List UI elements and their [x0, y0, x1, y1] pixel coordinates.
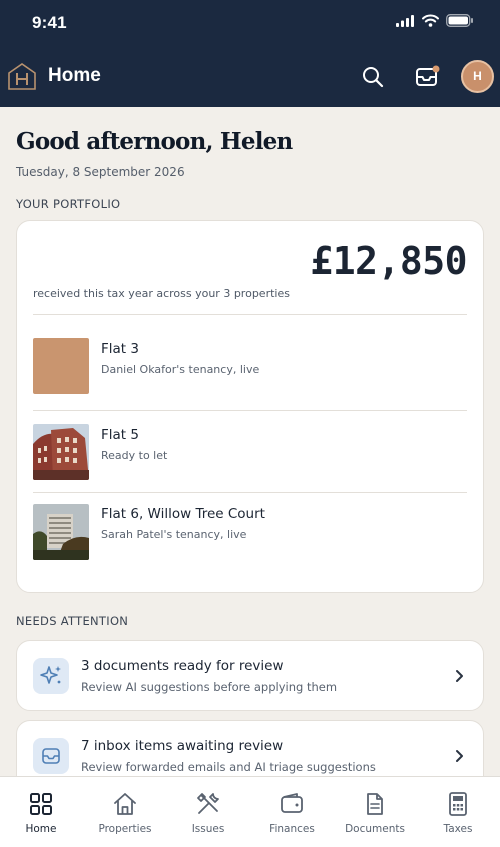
- app-bar: Home H: [0, 52, 500, 102]
- tab-label: Issues: [191, 823, 225, 835]
- tab-issues[interactable]: Issues: [168, 791, 248, 835]
- chevron-right-icon: [456, 750, 463, 762]
- tab-label: Properties: [98, 823, 152, 835]
- property-thumbnail: [33, 424, 89, 480]
- attention-title: 7 inbox items awaiting review: [81, 738, 284, 754]
- tab-home[interactable]: Home: [1, 791, 81, 835]
- avatar[interactable]: H: [461, 60, 494, 93]
- inbox-icon[interactable]: [414, 64, 440, 90]
- property-name: Flat 6, Willow Tree Court: [101, 506, 265, 522]
- tab-properties[interactable]: Properties: [85, 791, 165, 835]
- property-item-flat-3[interactable]: Flat 3 Daniel Okafor's tenancy, live: [17, 315, 483, 410]
- house-icon: [114, 793, 136, 815]
- status-bar: 9:41: [0, 0, 500, 46]
- attention-title: 3 documents ready for review: [81, 658, 284, 674]
- calculator-icon: [449, 792, 467, 816]
- tab-label: Home: [25, 823, 57, 835]
- tools-icon: [197, 793, 219, 814]
- greeting-date: Tuesday, 8 September 2026: [16, 165, 185, 179]
- house-logo-icon: [8, 63, 36, 90]
- tab-finances[interactable]: Finances: [252, 791, 332, 835]
- property-name: Flat 5: [101, 427, 139, 443]
- status-icons: [396, 14, 474, 27]
- wifi-icon: [422, 14, 439, 27]
- wallet-icon: [281, 793, 303, 813]
- tab-label: Taxes: [443, 823, 473, 835]
- tab-label: Documents: [345, 823, 405, 835]
- property-thumbnail: [33, 504, 89, 560]
- property-item-flat-5[interactable]: Flat 5 Ready to let: [17, 411, 483, 492]
- search-icon[interactable]: [360, 64, 386, 90]
- app-header: 9:41 Home H: [0, 0, 500, 107]
- attention-subtitle: Review AI suggestions before applying th…: [81, 680, 338, 694]
- portfolio-amount: £12,850: [310, 239, 467, 283]
- page-title: Home: [48, 65, 101, 86]
- property-status: Sarah Patel's tenancy, live: [101, 528, 247, 541]
- portfolio-card: £12,850 received this tax year across yo…: [16, 220, 484, 593]
- portfolio-caption: received this tax year across your 3 pro…: [33, 287, 290, 300]
- battery-icon: [446, 14, 473, 27]
- signal-icon: [396, 14, 414, 27]
- property-thumbnail: [33, 338, 89, 394]
- attention-section-label: NEEDS ATTENTION: [16, 614, 129, 628]
- attention-subtitle: Review forwarded emails and AI triage su…: [81, 760, 376, 774]
- document-icon: [367, 793, 383, 815]
- attention-item-documents[interactable]: 3 documents ready for review Review AI s…: [16, 640, 484, 711]
- property-item-flat-6[interactable]: Flat 6, Willow Tree Court Sarah Patel's …: [17, 493, 483, 583]
- grid-icon: [30, 793, 52, 815]
- portfolio-section-label: YOUR PORTFOLIO: [16, 197, 121, 211]
- status-time: 9:41: [32, 13, 67, 32]
- tab-label: Finances: [269, 823, 315, 835]
- property-name: Flat 3: [101, 341, 139, 357]
- bottom-nav: Home Properties Issues Finances Document…: [0, 776, 500, 847]
- attention-icon-box: [33, 658, 69, 694]
- tab-documents[interactable]: Documents: [335, 791, 415, 835]
- chevron-right-icon: [456, 670, 463, 682]
- property-status: Ready to let: [101, 449, 168, 462]
- sparkle-icon: [40, 666, 61, 684]
- property-status: Daniel Okafor's tenancy, live: [101, 363, 260, 376]
- inbox-icon: [42, 748, 60, 764]
- greeting-title: Good afternoon, Helen: [16, 128, 293, 155]
- attention-icon-box: [33, 738, 69, 774]
- tab-taxes[interactable]: Taxes: [418, 791, 498, 835]
